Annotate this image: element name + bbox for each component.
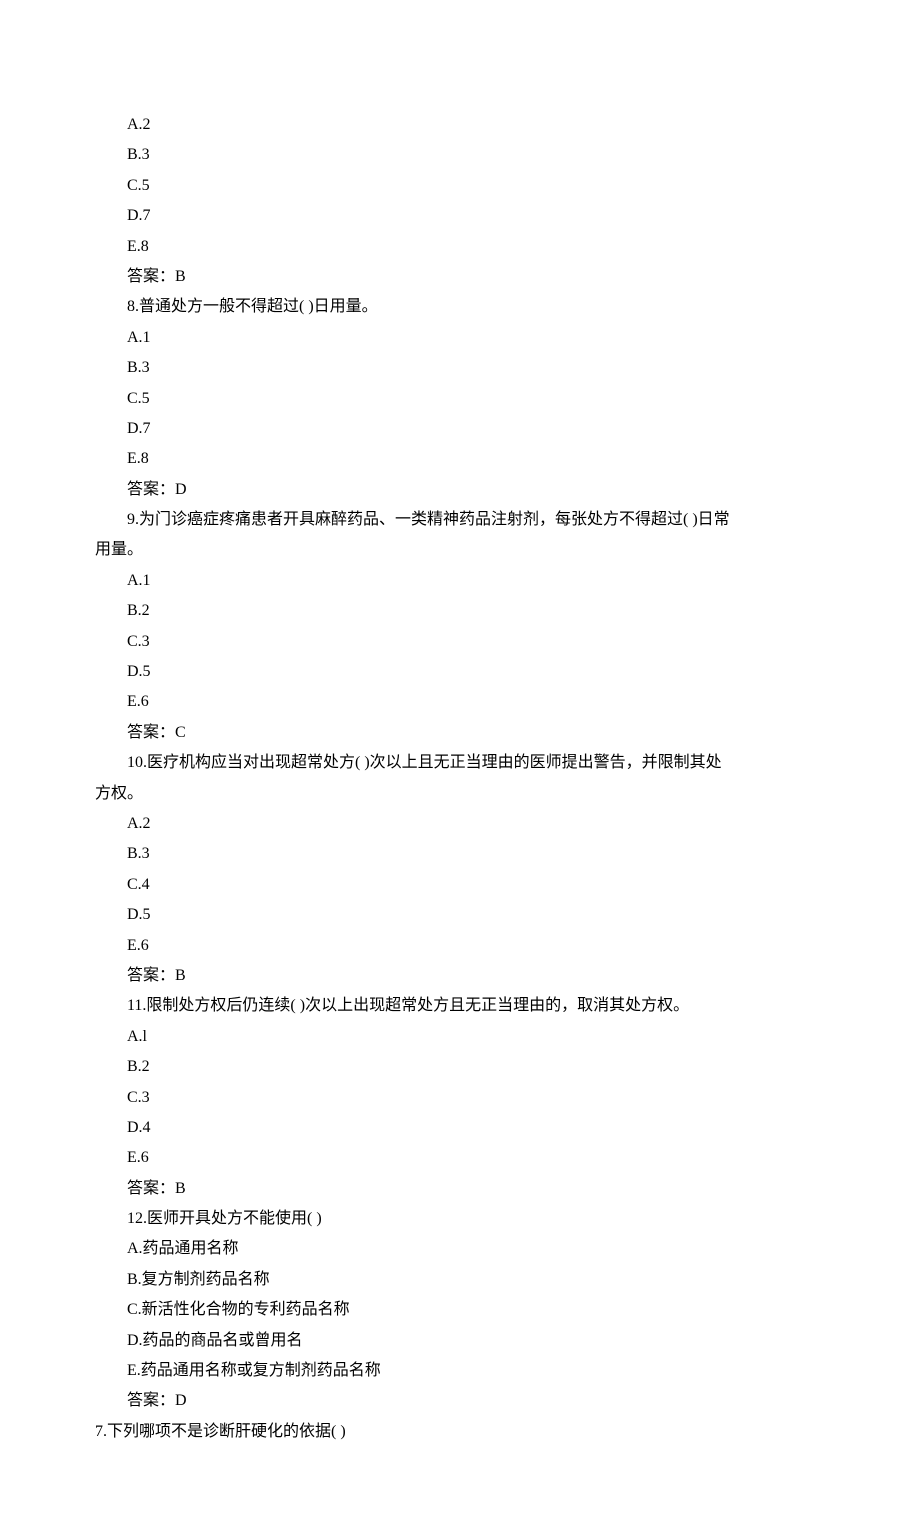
q8-option-b: B.3 bbox=[95, 353, 825, 383]
q10-stem-line2: 方权。 bbox=[95, 779, 825, 809]
q8-option-a: A.1 bbox=[95, 323, 825, 353]
q10-option-c: C.4 bbox=[95, 870, 825, 900]
q11-option-b: B.2 bbox=[95, 1052, 825, 1082]
q9-option-e: E.6 bbox=[95, 687, 825, 717]
q7-option-e: E.8 bbox=[95, 232, 825, 262]
q7-option-d: D.7 bbox=[95, 201, 825, 231]
q9-option-b: B.2 bbox=[95, 596, 825, 626]
q11-answer: 答案：B bbox=[95, 1174, 825, 1204]
q12-option-b: B.复方制剂药品名称 bbox=[95, 1265, 825, 1295]
q7-option-b: B.3 bbox=[95, 140, 825, 170]
q12-answer: 答案：D bbox=[95, 1386, 825, 1416]
q10-option-b: B.3 bbox=[95, 839, 825, 869]
q8-answer: 答案：D bbox=[95, 475, 825, 505]
q8-option-e: E.8 bbox=[95, 444, 825, 474]
q11-option-d: D.4 bbox=[95, 1113, 825, 1143]
q11-option-c: C.3 bbox=[95, 1083, 825, 1113]
q9-answer: 答案：C bbox=[95, 718, 825, 748]
q8-option-c: C.5 bbox=[95, 384, 825, 414]
q9-option-a: A.1 bbox=[95, 566, 825, 596]
q10-option-e: E.6 bbox=[95, 931, 825, 961]
q9-stem-line2: 用量。 bbox=[95, 535, 825, 565]
document-page: A.2 B.3 C.5 D.7 E.8 答案：B 8.普通处方一般不得超过( )… bbox=[0, 0, 920, 1527]
q9-option-d: D.5 bbox=[95, 657, 825, 687]
q9-stem-line1: 9.为门诊癌症疼痛患者开具麻醉药品、一类精神药品注射剂，每张处方不得超过( )日… bbox=[95, 505, 825, 535]
q10-option-d: D.5 bbox=[95, 900, 825, 930]
q8-option-d: D.7 bbox=[95, 414, 825, 444]
q12-option-c: C.新活性化合物的专利药品名称 bbox=[95, 1295, 825, 1325]
q7-answer: 答案：B bbox=[95, 262, 825, 292]
q11-option-e: E.6 bbox=[95, 1143, 825, 1173]
q9-option-c: C.3 bbox=[95, 627, 825, 657]
q12-option-a: A.药品通用名称 bbox=[95, 1234, 825, 1264]
q12-option-e: E.药品通用名称或复方制剂药品名称 bbox=[95, 1356, 825, 1386]
q11-stem: 11.限制处方权后仍连续( )次以上出现超常处方且无正当理由的，取消其处方权。 bbox=[95, 991, 825, 1021]
q11-option-a: A.l bbox=[95, 1022, 825, 1052]
q12-option-d: D.药品的商品名或曾用名 bbox=[95, 1326, 825, 1356]
q7-option-a: A.2 bbox=[95, 110, 825, 140]
q10-answer: 答案：B bbox=[95, 961, 825, 991]
q10-stem-line1: 10.医疗机构应当对出现超常处方( )次以上且无正当理由的医师提出警告，并限制其… bbox=[95, 748, 825, 778]
q12-stem: 12.医师开具处方不能使用( ) bbox=[95, 1204, 825, 1234]
q7-option-c: C.5 bbox=[95, 171, 825, 201]
q10-option-a: A.2 bbox=[95, 809, 825, 839]
q7-new-stem: 7.下列哪项不是诊断肝硬化的依据( ) bbox=[95, 1417, 825, 1447]
q8-stem: 8.普通处方一般不得超过( )日用量。 bbox=[95, 292, 825, 322]
